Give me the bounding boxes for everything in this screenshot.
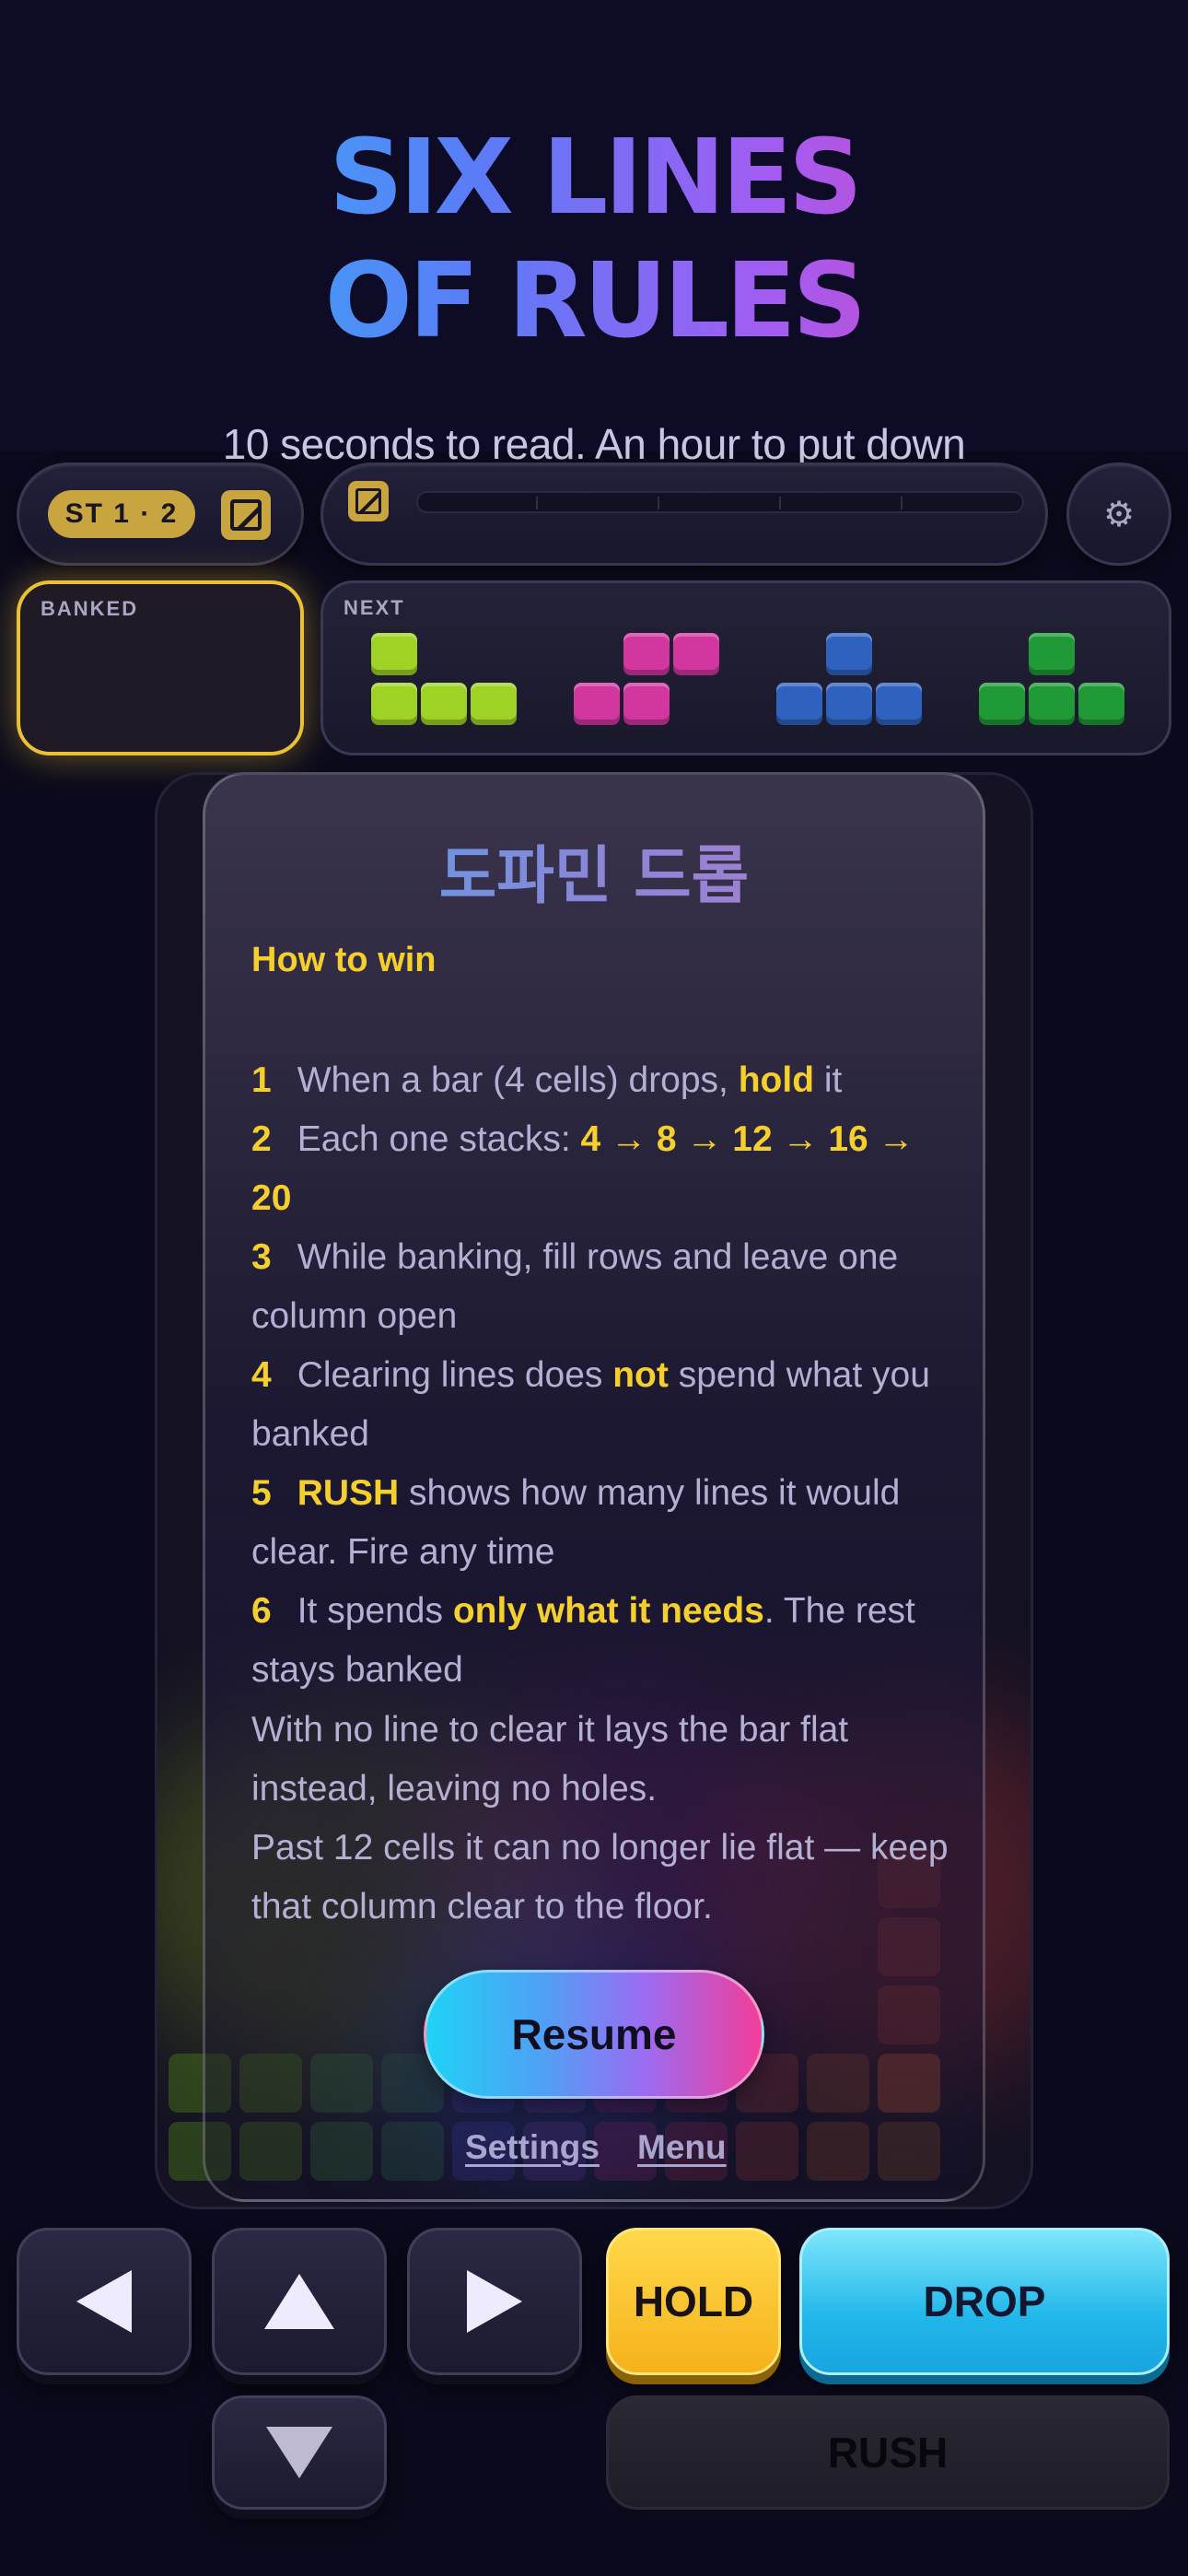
piece-cell <box>574 683 620 725</box>
page-title-line-1: SIX LINES <box>0 118 1188 238</box>
rules-list: 1 When a bar (4 cells) drops, hold it 2 Eac… <box>251 1051 951 1700</box>
rule-number: 1 <box>251 1060 272 1100</box>
piece-cell <box>623 633 670 675</box>
piece-cell <box>1029 633 1075 675</box>
menu-link[interactable]: Menu <box>637 2128 727 2167</box>
piece-cell <box>471 683 517 725</box>
rule-text: When a bar (4 cells) drops, <box>297 1060 739 1100</box>
rule-text: not <box>612 1355 669 1395</box>
drop-button[interactable]: DROP <box>799 2228 1170 2375</box>
rule-text: it <box>814 1060 843 1100</box>
piece-cell <box>623 683 670 725</box>
rule-text: It spends <box>297 1591 453 1631</box>
rule-item: 5 RUSH shows how many lines it would clea… <box>251 1464 951 1582</box>
resume-button[interactable]: Resume <box>424 1970 764 2099</box>
settings-link[interactable]: Settings <box>465 2128 600 2167</box>
stage-badge: ST 1 · 2 <box>48 490 195 538</box>
rules-notes: With no line to clear it lays the bar fl… <box>251 1701 951 1937</box>
move-right-button[interactable] <box>407 2228 582 2375</box>
banked-label: BANKED <box>41 597 139 620</box>
rule-number: 6 <box>251 1591 272 1631</box>
hold-button[interactable]: HOLD <box>606 2228 781 2375</box>
rule-number: 3 <box>251 1237 272 1277</box>
rush-button[interactable]: RUSH <box>606 2395 1170 2510</box>
banked-box[interactable]: BANKED <box>17 580 304 755</box>
next-label: NEXT <box>344 596 405 619</box>
piece-cell <box>1029 683 1075 725</box>
next-queue: NEXT <box>320 580 1171 755</box>
piece-cell <box>673 633 719 675</box>
rule-number: 4 <box>251 1355 272 1395</box>
rule-item: 1 When a bar (4 cells) drops, hold it <box>251 1051 951 1110</box>
rule-text: While banking, fill rows and leave one c… <box>251 1237 899 1336</box>
rule-item: 3 While banking, fill rows and leave one … <box>251 1228 951 1346</box>
rule-text: only what it needs <box>452 1591 764 1631</box>
up-arrow-icon <box>264 2274 334 2329</box>
piece-cell <box>1078 683 1124 725</box>
rule-text: RUSH <box>297 1473 400 1513</box>
piece-cell <box>826 633 872 675</box>
game-title: 도파민 드롭 <box>205 825 983 916</box>
edit-icon <box>348 481 389 521</box>
edit-icon[interactable] <box>221 490 271 540</box>
piece-cell <box>371 683 417 725</box>
progress-bar <box>416 491 1024 513</box>
page-subtitle: 10 seconds to read. An hour to put down <box>222 420 966 468</box>
piece-cell <box>826 683 872 725</box>
piece-cell <box>776 683 822 725</box>
move-left-button[interactable] <box>17 2228 192 2375</box>
down-arrow-icon <box>266 2427 332 2478</box>
page-title-line-2: OF RULES <box>0 241 1188 361</box>
note-column-clear: Past 12 cells it can no longer lie flat … <box>251 1828 949 1926</box>
piece-cell <box>876 683 922 725</box>
rule-item: 4 Clearing lines does not spend what you … <box>251 1346 951 1464</box>
rule-text: Each one stacks: <box>297 1119 581 1159</box>
rotate-button[interactable] <box>212 2228 387 2375</box>
rule-text: hold <box>738 1060 815 1100</box>
right-arrow-icon <box>467 2270 522 2333</box>
rule-number: 5 <box>251 1473 272 1513</box>
left-arrow-icon <box>76 2270 132 2333</box>
piece-cell <box>979 683 1025 725</box>
rule-item: 2 Each one stacks: 4 → 8 → 12 → 16 → 20 <box>251 1110 951 1228</box>
rule-number: 2 <box>251 1119 272 1159</box>
rule-text: Clearing lines does <box>297 1355 613 1395</box>
soft-drop-button[interactable] <box>212 2395 387 2510</box>
progress-pill <box>320 463 1048 566</box>
rule-item: 6 It spends only what it needs. The rest … <box>251 1582 951 1700</box>
note-lay-flat: With no line to clear it lays the bar fl… <box>251 1710 849 1809</box>
gear-icon: ⚙ <box>1102 495 1136 534</box>
how-to-win-heading: How to win <box>251 941 437 979</box>
piece-cell <box>421 683 467 725</box>
settings-button[interactable]: ⚙ <box>1066 463 1171 566</box>
piece-cell <box>371 633 417 675</box>
